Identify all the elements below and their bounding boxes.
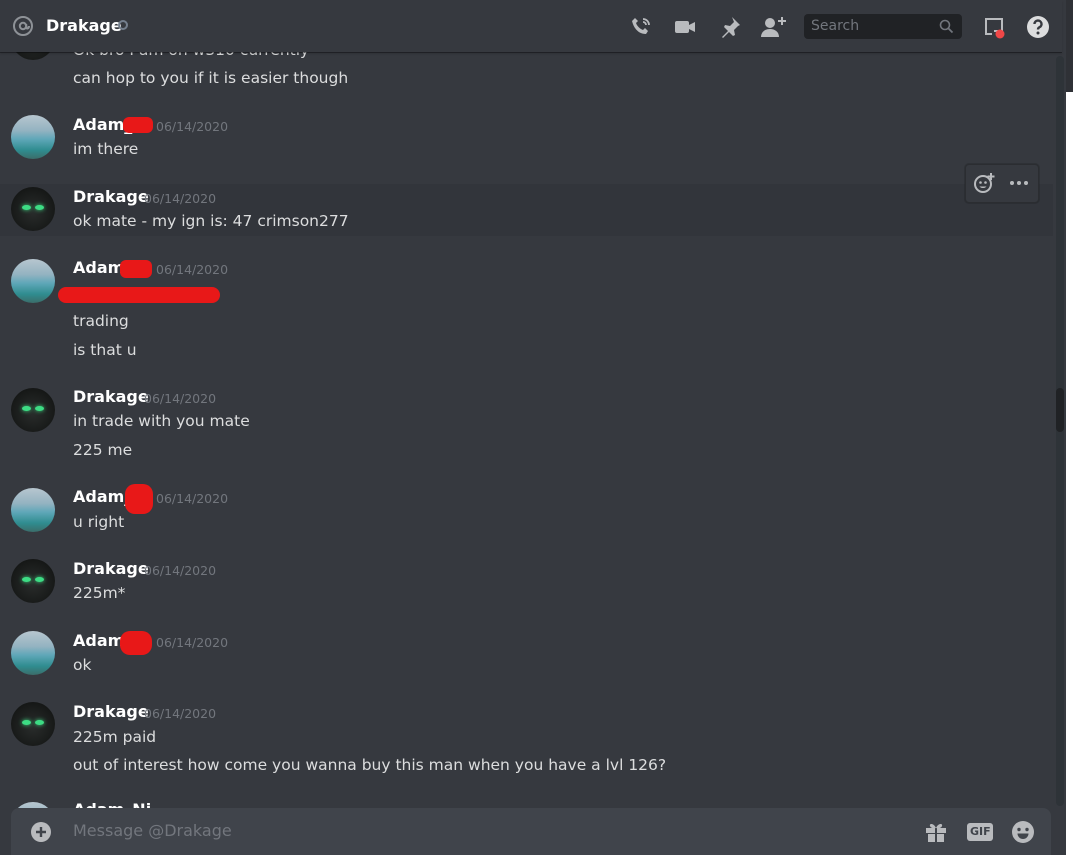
message-input[interactable]: Message @Drakage: [73, 820, 232, 842]
scrollbar-thumb[interactable]: [1056, 388, 1064, 432]
avatar[interactable]: [11, 52, 55, 60]
message-text: 225m*: [73, 584, 126, 602]
message-text: im there: [73, 140, 139, 158]
username[interactable]: Drakage: [73, 702, 149, 722]
at-icon: [12, 15, 34, 37]
avatar[interactable]: [11, 388, 55, 432]
timestamp: 06/14/2020: [144, 391, 217, 406]
upload-plus-icon[interactable]: [30, 821, 52, 843]
call-icon[interactable]: [629, 15, 653, 39]
add-friend-icon[interactable]: [760, 15, 786, 39]
message-text: can hop to you if it is easier though: [73, 69, 349, 87]
username[interactable]: Drakage: [73, 187, 149, 207]
timestamp: 06/14/2020: [144, 563, 217, 578]
more-options-icon[interactable]: [1008, 172, 1030, 194]
timestamp: 06/14/2020: [156, 635, 229, 650]
timestamp: 06/14/2020: [144, 706, 217, 721]
emoji-icon[interactable]: [1011, 820, 1035, 844]
avatar[interactable]: [11, 702, 55, 746]
timestamp: 06/14/2020: [144, 191, 217, 206]
message-text: 225m paid: [73, 728, 157, 746]
gif-label: GIF: [970, 825, 991, 838]
username[interactable]: Drakage: [73, 387, 149, 407]
message-composer[interactable]: Message @Drakage GIF: [11, 808, 1051, 855]
username[interactable]: Adam_: [73, 487, 132, 507]
timestamp: 06/14/2020: [156, 262, 229, 277]
inbox-icon[interactable]: [982, 15, 1006, 39]
message-text: u right: [73, 513, 125, 531]
avatar[interactable]: [11, 115, 55, 159]
gift-icon[interactable]: [924, 820, 948, 844]
message-text: is that u: [73, 341, 137, 359]
message-text: in trade with you mate: [73, 412, 250, 430]
message-text: out of interest how come you wanna buy t…: [73, 756, 667, 774]
add-reaction-icon[interactable]: [973, 172, 995, 194]
window-edge-top: [1066, 0, 1073, 92]
username[interactable]: Drakage: [73, 559, 149, 579]
avatar[interactable]: [11, 187, 55, 231]
message-list: Ok bro I am on w310 currently can hop to…: [0, 52, 1053, 808]
avatar[interactable]: [11, 259, 55, 303]
search-input[interactable]: Search: [804, 14, 962, 39]
channel-title: Drakage: [46, 16, 122, 35]
timestamp: 06/14/2020: [156, 491, 229, 506]
gif-icon[interactable]: GIF: [966, 820, 994, 844]
redaction-mark: [120, 631, 152, 655]
redaction-mark: [58, 287, 220, 303]
window-edge: [1066, 0, 1073, 855]
message-text: trading: [73, 312, 129, 330]
help-icon[interactable]: [1026, 15, 1050, 39]
redaction-mark: [125, 484, 153, 514]
channel-header: Drakage Search: [0, 0, 1062, 52]
redaction-mark: [120, 260, 152, 278]
avatar[interactable]: [11, 559, 55, 603]
username[interactable]: Adam_Ni: [73, 800, 151, 808]
message-text: 225 me: [73, 441, 133, 459]
message-text: ok: [73, 656, 92, 674]
pin-icon[interactable]: [718, 15, 742, 39]
search-icon: [939, 19, 954, 34]
redaction-mark: [123, 117, 153, 133]
search-placeholder: Search: [811, 18, 860, 34]
avatar[interactable]: [11, 488, 55, 532]
timestamp: 06/14/2020: [156, 119, 229, 134]
message-text: ok mate - my ign is: 47 crimson277: [73, 212, 349, 230]
message-actions-toolbar: [965, 164, 1039, 203]
video-icon[interactable]: [673, 15, 697, 39]
status-offline-indicator: [118, 20, 128, 30]
avatar[interactable]: [11, 631, 55, 675]
message-text: Ok bro I am on w310 currently: [73, 52, 309, 60]
